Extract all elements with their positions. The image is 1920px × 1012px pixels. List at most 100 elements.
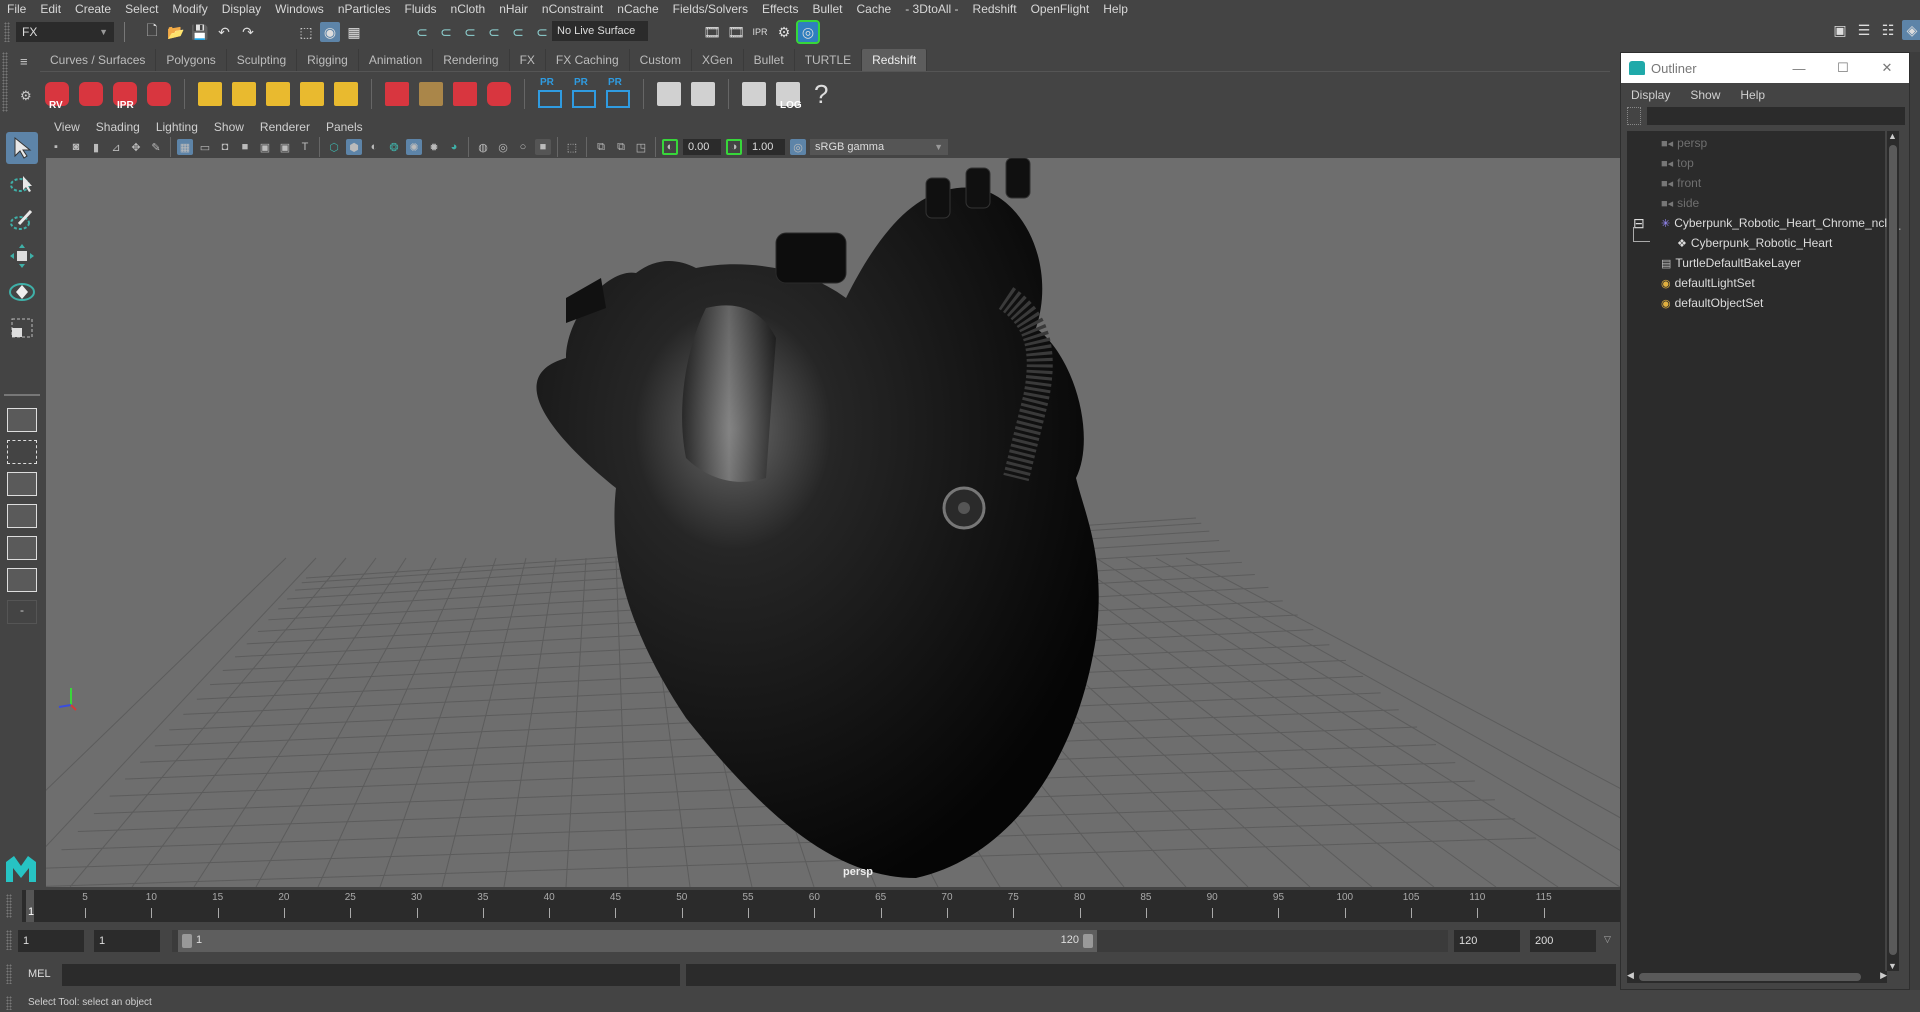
persp-hypershade-layout-button[interactable]: [7, 536, 37, 560]
tool-settings-icon[interactable]: ☷: [1878, 20, 1898, 40]
move-tool-icon[interactable]: [6, 240, 38, 272]
shelf-tab-animation[interactable]: Animation: [358, 49, 434, 71]
viewport-menu-lighting[interactable]: Lighting: [148, 120, 206, 134]
redshift-material-sphere-icon[interactable]: [483, 77, 515, 111]
redshift-pr-swap-icon[interactable]: PR: [602, 77, 634, 111]
shelf-tabs-menu-icon[interactable]: ≡: [20, 54, 28, 69]
menu-item-edit[interactable]: Edit: [33, 2, 68, 16]
wireframe-icon[interactable]: ⬡: [326, 139, 342, 155]
menu-item-effects[interactable]: Effects: [755, 2, 805, 16]
range-options-chevron-icon[interactable]: ▽: [1604, 934, 1611, 945]
redshift-help-icon[interactable]: ?: [806, 77, 838, 111]
redshift-dome-light-icon[interactable]: [296, 77, 328, 111]
playback-start-field[interactable]: 1: [94, 930, 160, 952]
select-component-icon[interactable]: ▦: [344, 22, 364, 42]
render-current-frame-icon[interactable]: 🎞: [702, 22, 722, 42]
image-plane-icon[interactable]: ⊿: [108, 139, 124, 155]
backface-culling-icon[interactable]: ◳: [633, 139, 649, 155]
redshift-log-icon[interactable]: LOG: [772, 77, 804, 111]
redshift-render-view-icon[interactable]: RV: [41, 77, 73, 111]
viewport-menu-view[interactable]: View: [46, 120, 88, 134]
redshift-pr-cube-icon[interactable]: PR: [534, 77, 566, 111]
help-line-grip[interactable]: [6, 996, 12, 1010]
redshift-sun-sky-icon[interactable]: [330, 77, 362, 111]
outliner-item[interactable]: ◉ defaultObjectSet: [1661, 293, 1763, 313]
redshift-ies-light-icon[interactable]: [262, 77, 294, 111]
menu-item-bullet[interactable]: Bullet: [805, 2, 849, 16]
menu-item-redshift[interactable]: Redshift: [966, 2, 1024, 16]
redo-icon[interactable]: ↷: [238, 22, 258, 42]
paint-select-tool-icon[interactable]: [6, 204, 38, 236]
exposure-field[interactable]: 0.00: [683, 139, 721, 155]
render-sequence-icon[interactable]: 🎞: [726, 22, 746, 42]
four-view-layout-button[interactable]: [7, 440, 37, 464]
view-transform-dropdown[interactable]: sRGB gamma ▼: [810, 139, 948, 155]
gate-mask-icon[interactable]: ■: [237, 139, 253, 155]
safe-title-icon[interactable]: T: [297, 139, 313, 155]
viewport-menu-shading[interactable]: Shading: [88, 120, 148, 134]
outliner-item[interactable]: ⊟ ✳ Cyberpunk_Robotic_Heart_Chrome_ncl1_: [1633, 213, 1900, 233]
resolution-gate-icon[interactable]: ◘: [217, 139, 233, 155]
perspective-viewport[interactable]: persp: [46, 158, 1620, 887]
camera-attributes-icon[interactable]: ◙: [68, 139, 84, 155]
range-slider-grip[interactable]: [6, 930, 12, 950]
motion-blur-icon[interactable]: ◍: [475, 139, 491, 155]
menu-item-ncloth[interactable]: nCloth: [444, 2, 493, 16]
outliner-horizontal-scroll-thumb[interactable]: [1639, 973, 1861, 981]
status-line-grip[interactable]: [4, 22, 10, 42]
menu-item-nhair[interactable]: nHair: [492, 2, 535, 16]
lasso-tool-icon[interactable]: [6, 168, 38, 200]
wireframe-on-shaded-icon[interactable]: ◐: [366, 139, 382, 155]
menu-item-3dtoall[interactable]: - 3DtoAll -: [898, 2, 965, 16]
ambient-occlusion-icon[interactable]: ◕: [446, 139, 462, 155]
select-tool-icon[interactable]: [6, 132, 38, 164]
snap-projected-center-icon[interactable]: ⊂: [484, 22, 504, 42]
gamma-field[interactable]: 1.00: [747, 139, 785, 155]
viewport-menu-show[interactable]: Show: [206, 120, 252, 134]
menu-item-windows[interactable]: Windows: [268, 2, 331, 16]
outliner-item[interactable]: ▤ TurtleDefaultBakeLayer: [1661, 253, 1801, 273]
minimize-icon[interactable]: —: [1777, 61, 1821, 76]
range-slider-handle[interactable]: 1 120: [178, 930, 1097, 952]
range-end-grip[interactable]: [1083, 934, 1093, 948]
scale-tool-icon[interactable]: [6, 312, 38, 344]
shelf-tab-bullet[interactable]: Bullet: [743, 49, 795, 71]
redshift-area-light-icon[interactable]: [194, 77, 226, 111]
attribute-editor-icon[interactable]: ☰: [1854, 20, 1874, 40]
use-all-lights-icon[interactable]: ✺: [406, 139, 422, 155]
shelf-tab-turtle[interactable]: TURTLE: [794, 49, 863, 71]
select-object-icon[interactable]: ◉: [320, 22, 340, 42]
rotate-tool-icon[interactable]: [6, 276, 38, 308]
time-slider[interactable]: 1 5 10 15 20 25 30 35 40 45 50 55 60 65 70 75 80 85 90 95 1…: [22, 890, 1620, 922]
menu-set-dropdown[interactable]: FX ▼: [16, 22, 114, 42]
isolate-select-icon[interactable]: ■: [535, 139, 551, 155]
safe-action-icon[interactable]: ▣: [277, 139, 293, 155]
snap-curve-icon[interactable]: ⊂: [436, 22, 456, 42]
menu-item-cache[interactable]: Cache: [850, 2, 899, 16]
undo-icon[interactable]: ↶: [214, 22, 234, 42]
range-slider-track[interactable]: 1 120: [172, 930, 1448, 952]
persp-graph-layout-button[interactable]: [7, 504, 37, 528]
make-live-icon[interactable]: ⊂: [532, 22, 552, 42]
hypershade-icon[interactable]: ◎: [796, 20, 820, 44]
scroll-right-arrow-icon[interactable]: ▶: [1880, 970, 1887, 981]
mel-command-input[interactable]: [62, 964, 680, 986]
outliner-item[interactable]: ■◂ front: [1661, 173, 1701, 193]
shelf-tab-curves-surfaces[interactable]: Curves / Surfaces: [40, 49, 157, 71]
film-gate-icon[interactable]: ▭: [197, 139, 213, 155]
redshift-volume-icon[interactable]: [653, 77, 685, 111]
bookmarks-icon[interactable]: ▮: [88, 139, 104, 155]
shelf-tab-rendering[interactable]: Rendering: [433, 49, 510, 71]
scroll-down-arrow-icon[interactable]: ▼: [1888, 961, 1897, 971]
close-icon[interactable]: ✕: [1865, 60, 1909, 76]
scroll-left-arrow-icon[interactable]: ◀: [1627, 970, 1634, 981]
maximize-icon[interactable]: ☐: [1821, 60, 1865, 76]
outliner-item[interactable]: ❖ Cyberpunk_Robotic_Heart: [1633, 227, 1832, 253]
menu-item-modify[interactable]: Modify: [165, 2, 214, 16]
outliner-horizontal-scrollbar[interactable]: ◀ ▶: [1627, 970, 1887, 983]
redshift-portal-light-icon[interactable]: [228, 77, 260, 111]
redshift-render-settings-icon[interactable]: [143, 77, 175, 111]
outliner-menu-display[interactable]: Display: [1621, 88, 1680, 102]
shelf-tab-polygons[interactable]: Polygons: [156, 49, 227, 71]
select-hierarchy-icon[interactable]: ⬚: [296, 22, 316, 42]
